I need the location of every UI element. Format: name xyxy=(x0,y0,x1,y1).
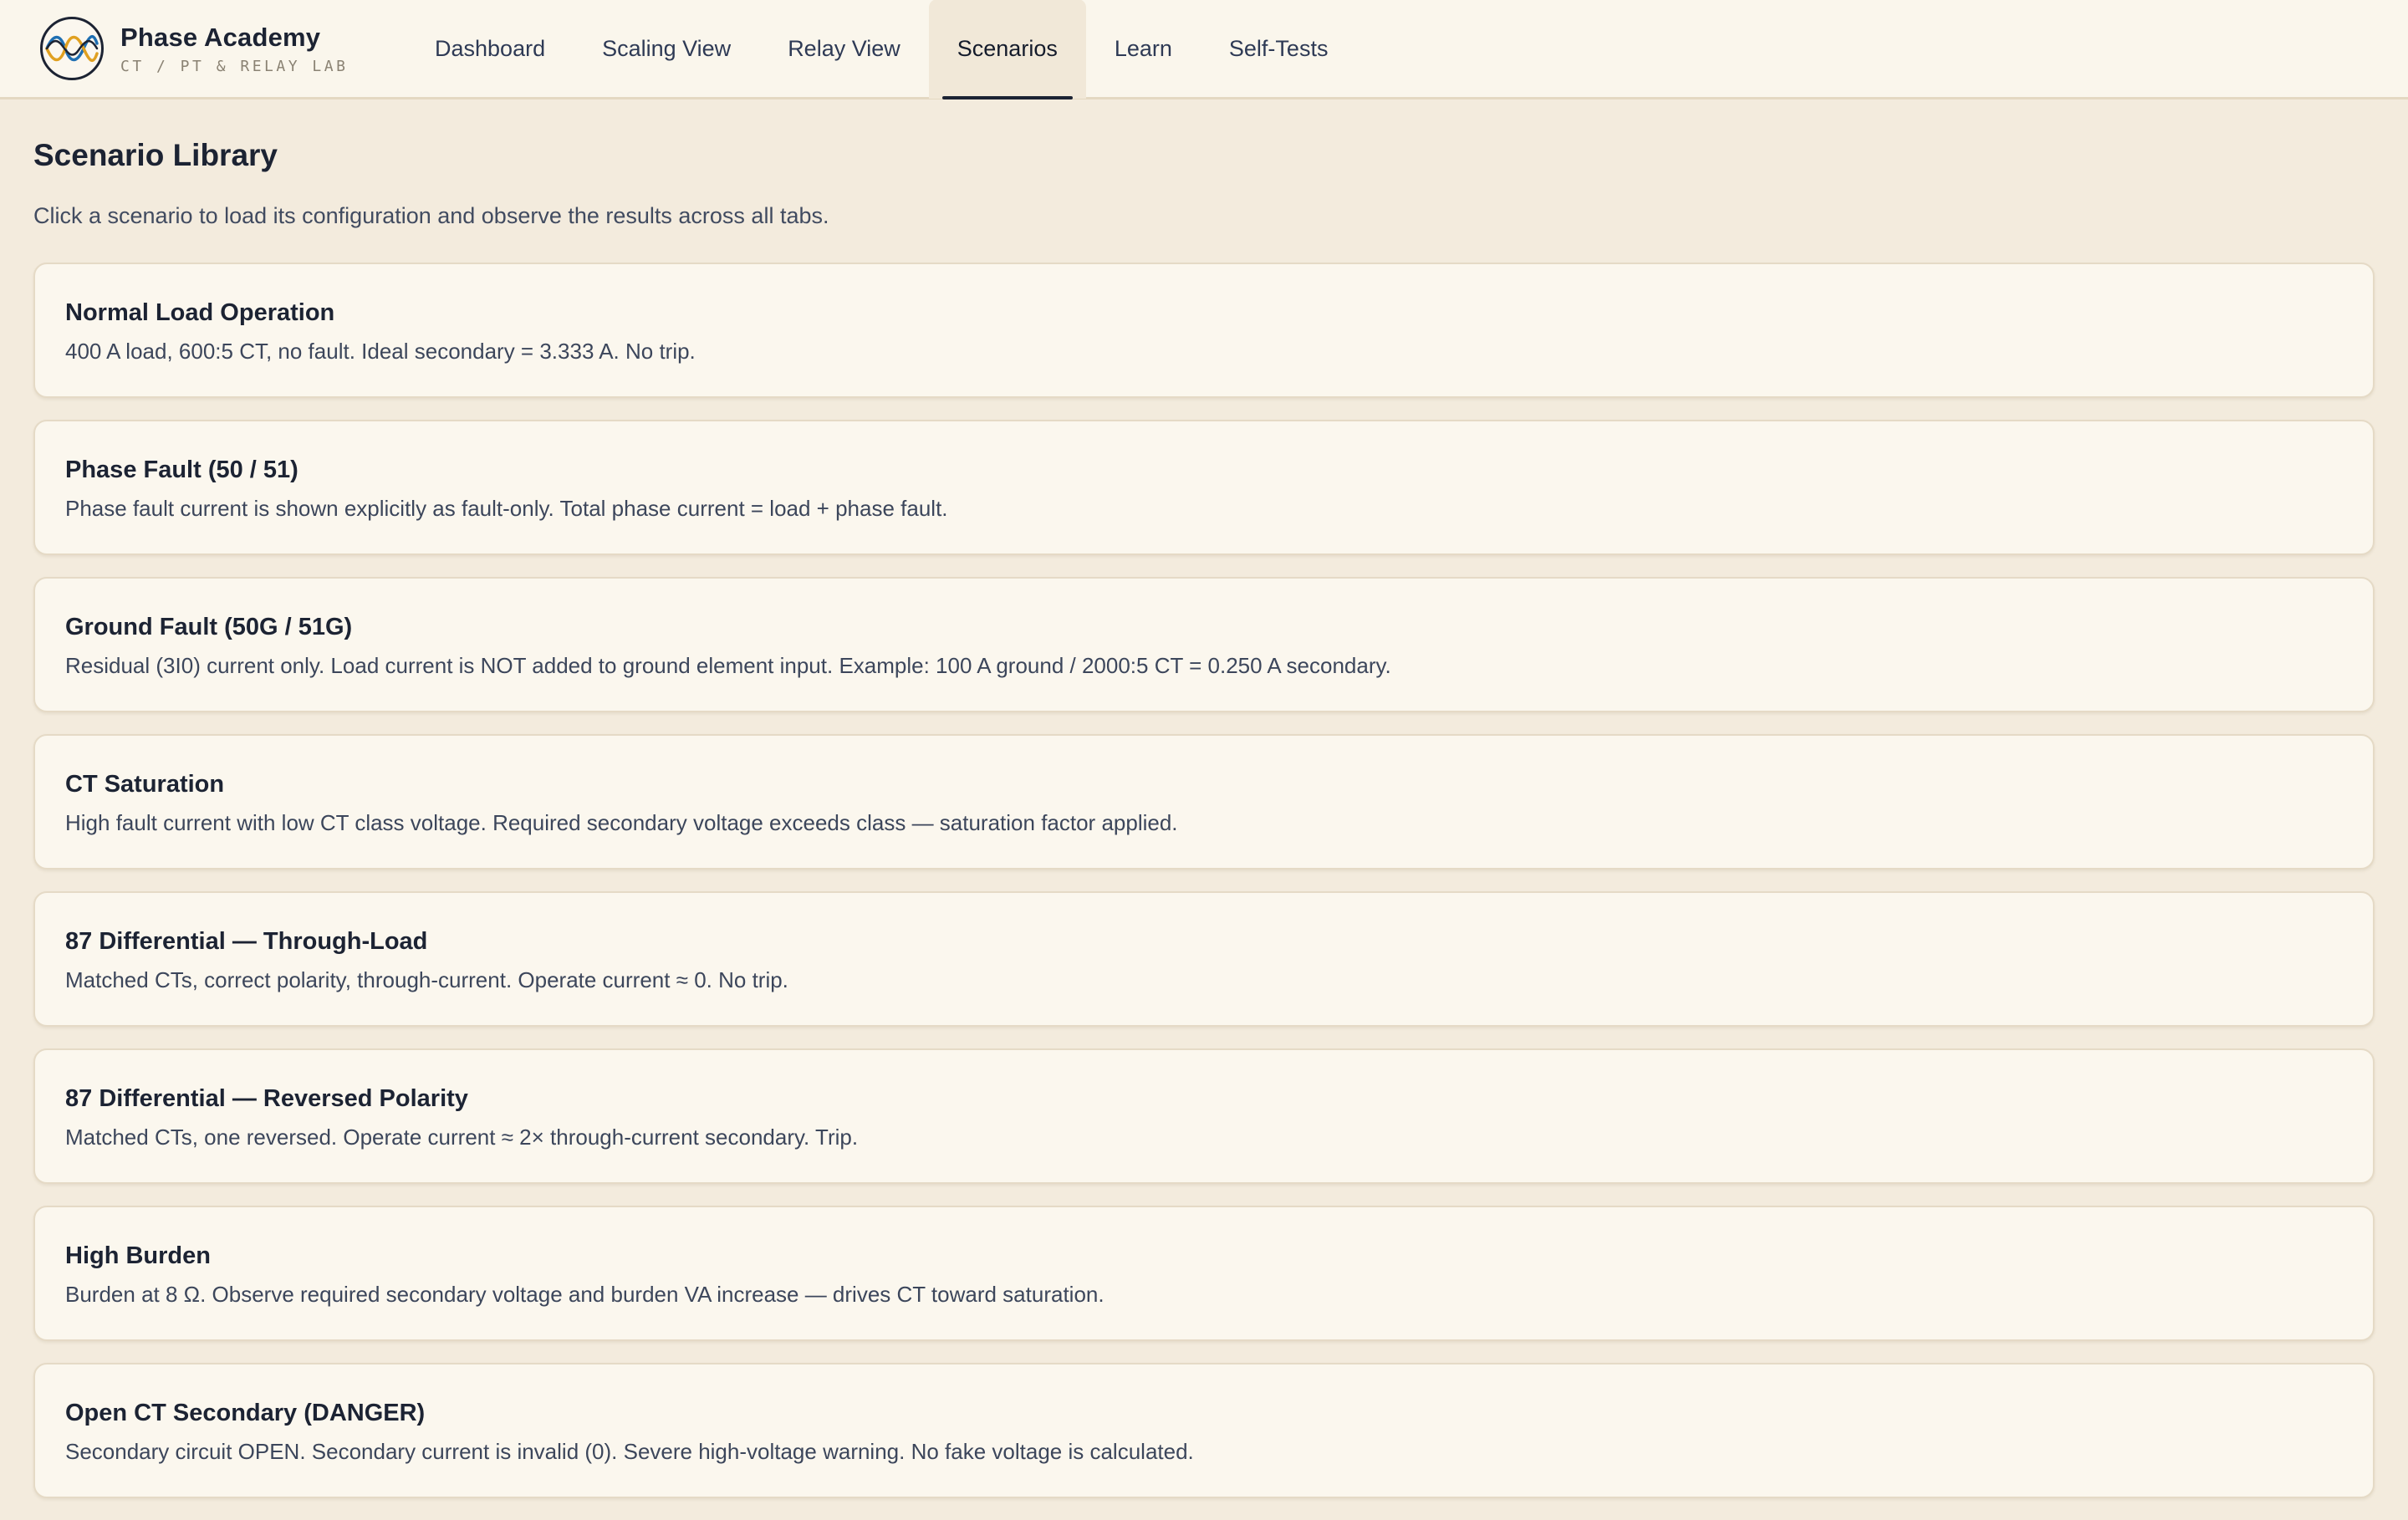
scenario-description: 400 A load, 600:5 CT, no fault. Ideal se… xyxy=(65,339,696,364)
scenario-description: Matched CTs, one reversed. Operate curre… xyxy=(65,1125,859,1150)
scenario-card-normal-load[interactable]: Normal Load Operation 400 A load, 600:5 … xyxy=(33,263,2375,398)
tab-relay-view[interactable]: Relay View xyxy=(759,0,929,99)
tab-dashboard[interactable]: Dashboard xyxy=(406,0,574,99)
brand-subtitle: CT / PT & RELAY LAB xyxy=(120,57,349,75)
top-navigation-bar: Phase Academy CT / PT & RELAY LAB Dashbo… xyxy=(0,0,2408,99)
scenario-card-open-ct-secondary[interactable]: Open CT Secondary (DANGER) Secondary cir… xyxy=(33,1363,2375,1498)
scenario-title: High Burden xyxy=(65,1242,211,1269)
scenario-description: Residual (3I0) current only. Load curren… xyxy=(65,653,1391,678)
scenario-title: 87 Differential — Through-Load xyxy=(65,928,428,955)
scenario-description: Burden at 8 Ω. Observe required secondar… xyxy=(65,1282,1105,1307)
scenario-description: High fault current with low CT class vol… xyxy=(65,810,1178,835)
scenario-card-phase-fault[interactable]: Phase Fault (50 / 51) Phase fault curren… xyxy=(33,420,2375,555)
page-title: Scenario Library xyxy=(33,138,278,172)
brand-title: Phase Academy xyxy=(120,22,321,52)
scenario-library-panel: Scenario Library Click a scenario to loa… xyxy=(33,99,2375,1520)
brand[interactable]: Phase Academy CT / PT & RELAY LAB xyxy=(40,17,406,80)
scenario-card-87-through-load[interactable]: 87 Differential — Through-Load Matched C… xyxy=(33,891,2375,1027)
page-description: Click a scenario to load its configurati… xyxy=(33,203,829,228)
scenario-card-high-burden[interactable]: High Burden Burden at 8 Ω. Observe requi… xyxy=(33,1206,2375,1341)
tab-scaling-view[interactable]: Scaling View xyxy=(574,0,759,99)
sine-wave-logo-icon xyxy=(40,17,104,80)
tab-learn[interactable]: Learn xyxy=(1086,0,1201,99)
scenario-title: Phase Fault (50 / 51) xyxy=(65,457,298,483)
tab-scenarios[interactable]: Scenarios xyxy=(928,0,1086,99)
scenario-description: Matched CTs, correct polarity, through-c… xyxy=(65,967,788,992)
scenario-title: Normal Load Operation xyxy=(65,299,335,326)
scenario-title: 87 Differential — Reversed Polarity xyxy=(65,1085,468,1112)
scenario-title: Open CT Secondary (DANGER) xyxy=(65,1400,426,1426)
scenario-title: CT Saturation xyxy=(65,771,225,798)
scenario-description: Phase fault current is shown explicitly … xyxy=(65,496,948,521)
scenario-title: Ground Fault (50G / 51G) xyxy=(65,614,353,640)
tab-self-tests[interactable]: Self-Tests xyxy=(1201,0,1357,99)
scenario-card-ground-fault[interactable]: Ground Fault (50G / 51G) Residual (3I0) … xyxy=(33,577,2375,712)
scenario-description: Secondary circuit OPEN. Secondary curren… xyxy=(65,1439,1194,1464)
scenario-card-87-reversed-polarity[interactable]: 87 Differential — Reversed Polarity Matc… xyxy=(33,1048,2375,1184)
scenario-list: Normal Load Operation 400 A load, 600:5 … xyxy=(33,263,2375,1498)
scenario-card-ct-saturation[interactable]: CT Saturation High fault current with lo… xyxy=(33,734,2375,870)
main-tabs: Dashboard Scaling View Relay View Scenar… xyxy=(406,0,1356,99)
